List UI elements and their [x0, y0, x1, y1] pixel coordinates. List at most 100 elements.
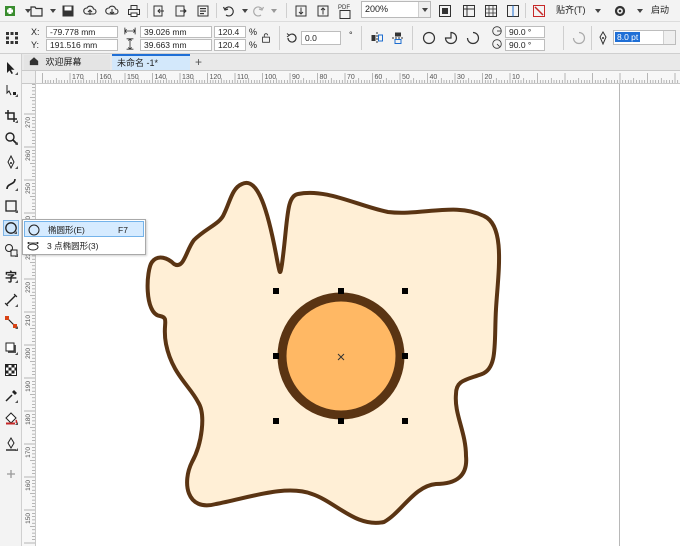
- x-label: X:: [31, 27, 40, 37]
- arc-mode-icon[interactable]: [465, 30, 481, 46]
- start-angle-field[interactable]: 90.0 °: [505, 26, 545, 38]
- snap-to-label[interactable]: 贴齐(T): [556, 5, 586, 16]
- export-icon[interactable]: [173, 3, 189, 19]
- artistic-media-tool-icon[interactable]: [3, 176, 19, 192]
- lock-ratio-icon[interactable]: [260, 32, 272, 44]
- eyedropper-tool-icon[interactable]: [3, 388, 19, 404]
- toolbar-separator: [286, 3, 287, 18]
- transparency-tool-icon[interactable]: [3, 362, 19, 378]
- tab-untitled-document[interactable]: 未命名 -1*: [112, 54, 190, 70]
- redo-icon[interactable]: [250, 3, 266, 19]
- ruler-tick-label: 130: [182, 74, 194, 81]
- property-bar: X: -79.778 mm Y: 191.516 mm 39.026 mm 39…: [0, 22, 680, 54]
- horizontal-ruler[interactable]: 170 160 150 140 130 120 110 100 90 80 70 60 50 40 30 20…: [36, 71, 680, 84]
- rectangle-tool-icon[interactable]: [3, 198, 19, 214]
- degree-label: °: [349, 30, 353, 40]
- scale-width-field[interactable]: 120.4: [214, 26, 246, 38]
- standard-toolbar: PDF 200% 贴齐(T) 启动: [0, 0, 680, 22]
- outline-pen-tool-icon[interactable]: [3, 436, 19, 452]
- outline-width-dropdown-icon[interactable]: [663, 31, 675, 44]
- toolbar-separator: [412, 26, 413, 50]
- parallel-dimension-tool-icon[interactable]: [3, 292, 19, 308]
- ruler-tick-label: 50: [402, 74, 410, 81]
- options-gear-icon[interactable]: [612, 3, 628, 19]
- three-point-ellipse-icon: [27, 242, 39, 251]
- shape-tool-icon[interactable]: [3, 82, 19, 98]
- scale-height-field[interactable]: 120.4: [214, 39, 246, 51]
- reference-point-icon[interactable]: [4, 30, 20, 46]
- freehand-tool-icon[interactable]: [3, 154, 19, 170]
- toolbar-separator: [147, 3, 148, 18]
- mirror-horizontal-icon[interactable]: [369, 30, 385, 46]
- cloud-download-icon[interactable]: [104, 3, 120, 19]
- egg-yolk-shape[interactable]: [277, 292, 405, 420]
- full-screen-icon[interactable]: [437, 3, 453, 19]
- flyout-item-3-point-ellipse[interactable]: 3 点椭圆形(3): [24, 238, 144, 254]
- text-tool-icon[interactable]: 字: [3, 268, 19, 284]
- ruler-tick-label: 140: [155, 74, 167, 81]
- redo-dropdown-icon[interactable]: [266, 3, 282, 19]
- outline-width-combo[interactable]: 8.0 pt: [613, 30, 676, 45]
- ruler-tick-label: 190: [25, 381, 32, 392]
- toolbar-separator: [216, 3, 217, 18]
- cloud-upload-icon[interactable]: [82, 3, 98, 19]
- ellipse-tool-icon[interactable]: [3, 220, 19, 236]
- ruler-tick-label: 60: [375, 74, 383, 81]
- zoom-level-value: 200%: [365, 4, 389, 14]
- print-icon[interactable]: [126, 3, 142, 19]
- new-document-icon[interactable]: [2, 3, 18, 19]
- ruler-tick-label: 220: [25, 282, 32, 293]
- tab-welcome-screen[interactable]: 欢迎屏幕: [24, 55, 110, 70]
- drawing-canvas[interactable]: [36, 84, 680, 546]
- interactive-fill-tool-icon[interactable]: [3, 410, 19, 426]
- tab-untitled-label: 未命名 -1*: [117, 58, 159, 68]
- ruler-tick-label: 170: [25, 447, 32, 458]
- add-tab-button[interactable]: +: [192, 55, 208, 70]
- direction-toggle-icon[interactable]: [571, 30, 587, 46]
- launch-dropdown-icon[interactable]: [632, 3, 648, 19]
- ruler-tick-label: 260: [25, 150, 32, 161]
- vertical-ruler[interactable]: 270260250240230220210200190180170160150: [22, 84, 36, 546]
- publish-icon[interactable]: [195, 3, 211, 19]
- pdf-export-icon[interactable]: PDF: [337, 2, 355, 20]
- add-tool-icon[interactable]: [3, 466, 19, 482]
- end-angle-field[interactable]: 90.0 °: [505, 39, 545, 51]
- width-icon: [124, 25, 136, 37]
- import-down-icon[interactable]: [293, 3, 309, 19]
- rotation-angle-field[interactable]: 0.0: [301, 31, 341, 45]
- y-position-field[interactable]: 191.516 mm: [46, 39, 118, 51]
- ruler-tick-label: 90: [292, 74, 300, 81]
- launch-label[interactable]: 启动: [651, 5, 669, 16]
- open-folder-icon[interactable]: [29, 3, 45, 19]
- snap-off-icon[interactable]: [531, 3, 547, 19]
- snap-dropdown-icon[interactable]: [590, 3, 606, 19]
- connector-tool-icon[interactable]: [3, 314, 19, 330]
- zoom-dropdown-icon[interactable]: [418, 2, 430, 17]
- polygon-tool-icon[interactable]: [3, 242, 19, 258]
- x-position-field[interactable]: -79.778 mm: [46, 26, 118, 38]
- height-field[interactable]: 39.663 mm: [140, 39, 212, 51]
- grid-icon[interactable]: [483, 3, 499, 19]
- flyout-item-ellipse[interactable]: 椭圆形(E) F7: [24, 221, 144, 237]
- ellipse-mode-icon[interactable]: [421, 30, 437, 46]
- open-dropdown-icon[interactable]: [45, 3, 61, 19]
- undo-icon[interactable]: [221, 3, 237, 19]
- import-icon[interactable]: [151, 3, 167, 19]
- drop-shadow-tool-icon[interactable]: [3, 340, 19, 356]
- artwork: [145, 180, 502, 525]
- ruler-tick-label: 80: [320, 74, 328, 81]
- pick-tool-icon[interactable]: [3, 60, 19, 76]
- save-icon[interactable]: [60, 3, 76, 19]
- guidelines-icon[interactable]: [505, 3, 521, 19]
- zoom-level-combo[interactable]: 200%: [361, 1, 431, 18]
- export-up-icon[interactable]: [315, 3, 331, 19]
- rulers-icon[interactable]: [461, 3, 477, 19]
- width-field[interactable]: 39.026 mm: [140, 26, 212, 38]
- pie-mode-icon[interactable]: [443, 30, 459, 46]
- zoom-tool-icon[interactable]: [3, 130, 19, 146]
- ruler-origin-corner[interactable]: [22, 71, 36, 84]
- crop-tool-icon[interactable]: [3, 108, 19, 124]
- ruler-tick-label: 170: [72, 74, 84, 81]
- mirror-vertical-icon[interactable]: [390, 30, 406, 46]
- percent-label: %: [249, 40, 258, 50]
